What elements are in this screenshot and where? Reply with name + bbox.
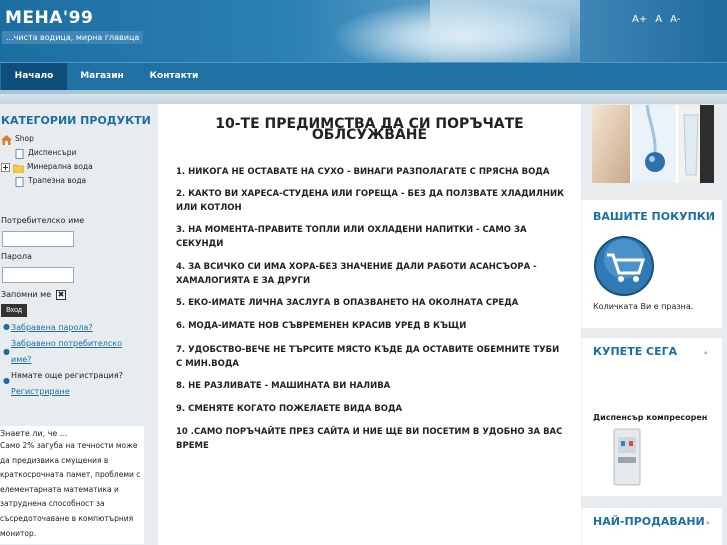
font-size-controls: A+ A A- <box>632 14 688 25</box>
dispenser-image[interactable] <box>610 427 644 487</box>
tree-label: Трапезна вода <box>28 176 87 185</box>
remember-checkbox[interactable]: ✖ <box>56 290 66 300</box>
remember-label: Запомни ме <box>1 290 52 299</box>
username-input[interactable] <box>2 231 74 247</box>
cart-box: ВАШИТЕ ПОКУПКИ ▴ Количката Ви е празна. <box>582 200 722 328</box>
site-logo[interactable]: МЕНА'99 <box>5 8 93 28</box>
nav-home[interactable]: Начало <box>1 63 67 90</box>
collapse-icon[interactable]: ▴ <box>706 518 710 526</box>
bullet-icon: ● <box>3 322 10 331</box>
tree-label: Минерална вода <box>27 162 93 171</box>
tree-item-dispensers[interactable]: Диспенсъри <box>14 148 77 159</box>
cart-title: ВАШИТЕ ПОКУПКИ <box>593 210 715 223</box>
benefit-item: 6. МОДА-ИМАТЕ НОВ СЪВРЕМЕНЕН КРАСИВ УРЕД… <box>176 321 467 331</box>
did-you-know-title: Знаете ли, че ... <box>0 429 68 438</box>
tree-label: Диспенсъри <box>28 148 77 157</box>
main-content: 10-ТЕ ПРЕДИМСТВА ДА СИ ПОРЪЧАТЕ ОБЛСУЖВА… <box>162 104 577 545</box>
forgot-username-link[interactable]: Забравено потребителско <box>11 338 122 349</box>
expand-plus-icon[interactable] <box>1 162 10 172</box>
login-button[interactable]: Вход <box>1 304 27 317</box>
benefit-item: 8. НЕ РАЗЛИВАТЕ - МАШИНАТА ВИ НАЛИВА <box>176 381 391 391</box>
waterfall-highlight <box>430 0 580 62</box>
benefit-item: 2. КАКТО ВИ ХАРЕСА-СТУДЕНА ИЛИ ГОРЕЩА - … <box>176 189 565 213</box>
water-photo <box>592 105 714 183</box>
font-decrease-button[interactable]: A- <box>670 14 680 25</box>
tree-item-mineral-water[interactable]: Минерална вода <box>1 162 93 173</box>
nav-contacts[interactable]: Контакти <box>140 63 208 90</box>
nav-shadow-line <box>0 90 727 94</box>
font-increase-button[interactable]: A+ <box>632 14 647 25</box>
tree-item-table-water[interactable]: Трапезна вода <box>14 176 87 187</box>
benefit-item: 10 .САМО ПОРЪЧАЙТЕ ПРЕЗ САЙТА И НИЕ ЩЕ В… <box>176 427 563 451</box>
tree-item-shop[interactable]: Shop <box>1 134 34 145</box>
buy-now-box: КУПЕТЕ СЕГА ▴ Диспенсър компресорен <box>582 338 722 496</box>
cart-empty-text: Количката Ви е празна. <box>593 302 694 311</box>
register-link[interactable]: Регистриране <box>11 386 70 397</box>
no-account-text: Нямате още регистрация? <box>11 371 123 380</box>
bestsellers-title: НАЙ-ПРОДАВАНИ <box>593 515 705 528</box>
collapse-icon[interactable]: ▴ <box>704 348 708 356</box>
benefit-item: 7. УДОБСТВО-ВЕЧЕ НЕ ТЪРСИТЕ МЯСТО КЪДЕ Д… <box>176 345 560 369</box>
password-label: Парола <box>1 252 32 261</box>
home-icon <box>1 134 12 145</box>
bestsellers-box: НАЙ-ПРОДАВАНИ ▴ <box>582 508 722 545</box>
categories-title: КАТЕГОРИИ ПРОДУКТИ <box>1 114 151 127</box>
document-icon <box>14 176 25 187</box>
document-icon <box>14 148 25 159</box>
forgot-password-link[interactable]: Забравена парола? <box>11 322 93 333</box>
page-title: 10-ТЕ ПРЕДИМСТВА ДА СИ ПОРЪЧАТЕ ОБЛСУЖВА… <box>192 117 547 142</box>
benefit-item: 3. НА МОМЕНТА-ПРАВИТЕ ТОПЛИ ИЛИ ОХЛАДЕНИ… <box>176 225 527 249</box>
site-slogan: ...чиста водица, мирна главица <box>2 31 144 44</box>
did-you-know-text: Само 2% загуба на течности може да преди… <box>0 441 141 538</box>
main-nav: Начало Магазин Контакти <box>0 62 727 90</box>
benefit-item: 9. СМЕНЯТЕ КОГАТО ПОЖЕЛАЕТЕ ВИДА ВОДА <box>176 404 403 414</box>
product-name[interactable]: Диспенсър компресорен <box>593 413 707 422</box>
folder-icon <box>12 163 25 173</box>
buy-now-title: КУПЕТЕ СЕГА <box>593 345 678 358</box>
tree-label: Shop <box>15 134 34 143</box>
password-input[interactable] <box>2 267 74 283</box>
forgot-username-link-2[interactable]: име? <box>11 354 31 365</box>
benefit-item: 5. ЕКО-ИМАТЕ ЛИЧНА ЗАСЛУГА В ОПАЗВАНЕТО … <box>176 298 519 308</box>
shopping-cart-icon[interactable] <box>593 235 655 297</box>
username-label: Потребителско име <box>1 216 85 225</box>
bullet-icon: ● <box>3 347 10 356</box>
site-header: МЕНА'99 ...чиста водица, мирна главица A… <box>0 0 727 62</box>
nav-shop[interactable]: Магазин <box>70 63 134 90</box>
benefit-item: 1. НИКОГА НЕ ОСТАВАТЕ НА СУХО - ВИНАГИ Р… <box>176 167 550 177</box>
bullet-icon: ● <box>3 376 10 385</box>
benefit-item: 4. ЗА ВСИЧКО СИ ИМА ХОРА-БЕЗ ЗНАЧЕНИЕ ДА… <box>176 262 537 286</box>
font-reset-button[interactable]: A <box>655 14 662 25</box>
collapse-icon[interactable]: ▴ <box>708 213 712 221</box>
